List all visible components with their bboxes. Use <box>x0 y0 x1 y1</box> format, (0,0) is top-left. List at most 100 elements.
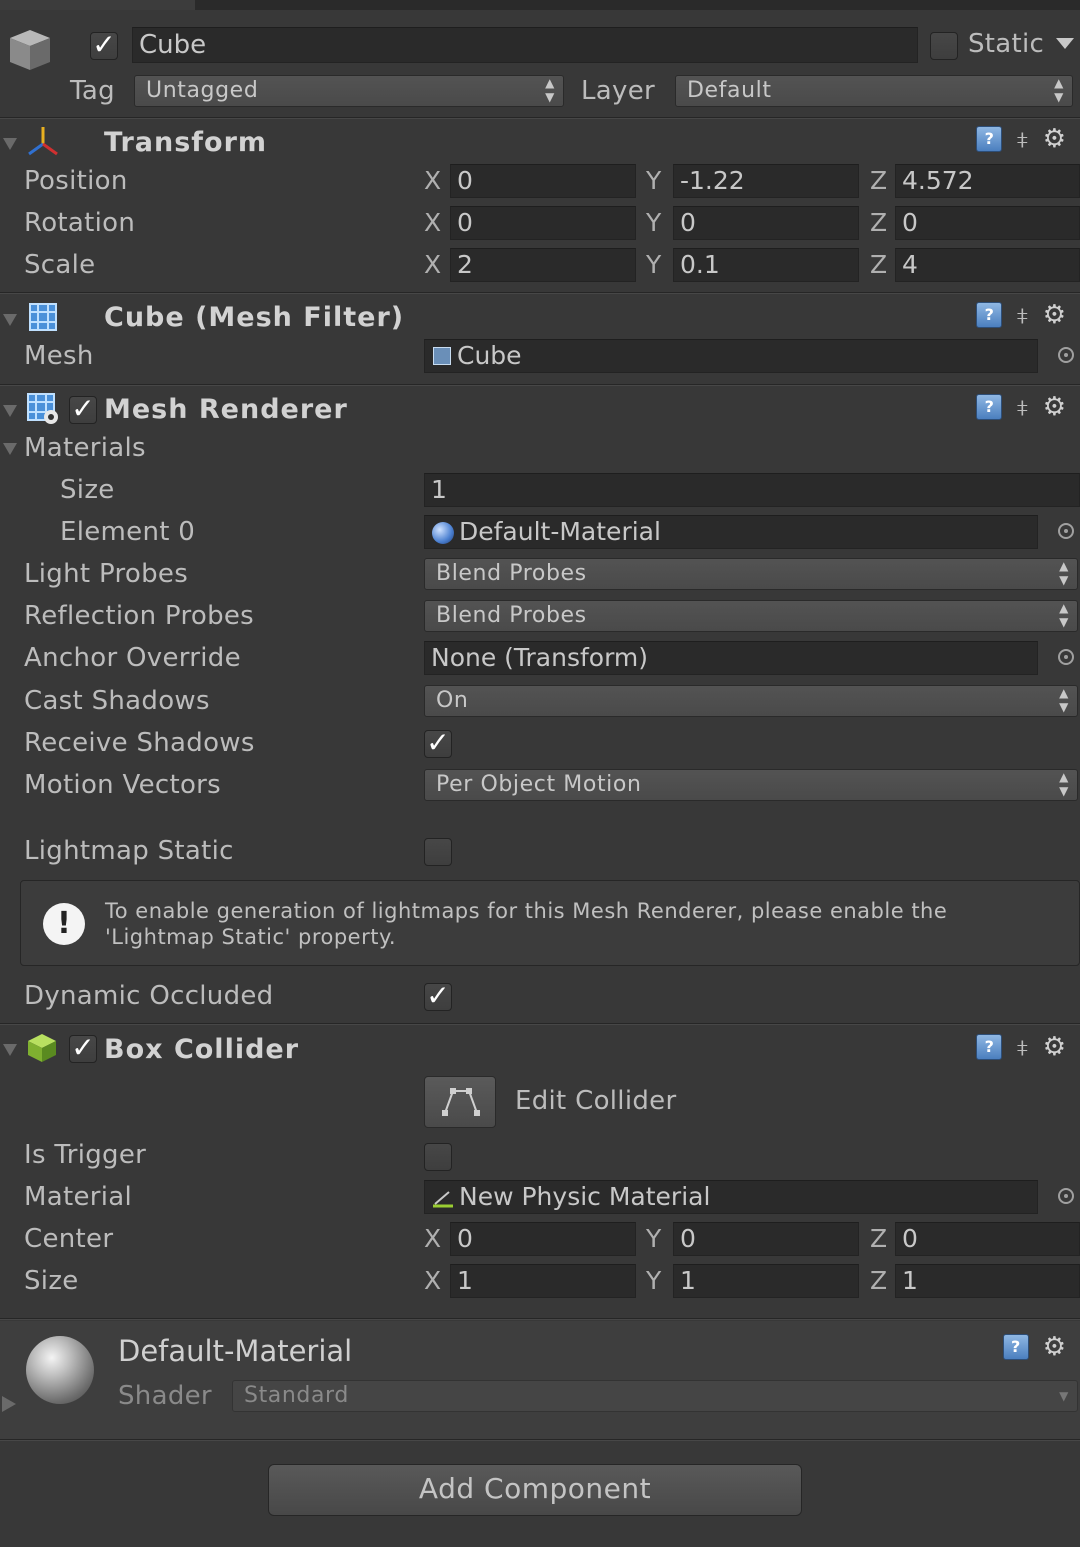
material-foldout-arrow-icon[interactable] <box>2 1396 16 1412</box>
collider-material-field[interactable]: New Physic Material <box>424 1180 1038 1214</box>
mesh-filter-header-icons: ? ⧧ ⚙ <box>976 302 1066 328</box>
lightmap-static-checkbox[interactable] <box>424 838 452 866</box>
size-z-field[interactable]: 1 <box>895 1264 1080 1298</box>
object-picker-icon[interactable] <box>1058 1188 1074 1204</box>
mesh-renderer-enabled-checkbox[interactable]: ✓ <box>69 395 97 424</box>
size-y-field[interactable]: 1 <box>673 1264 859 1298</box>
layer-dropdown[interactable]: Default ▲ ▼ <box>675 75 1073 107</box>
motion-vectors-label: Motion Vectors <box>24 770 222 800</box>
is-trigger-label: Is Trigger <box>24 1140 147 1170</box>
position-x-field[interactable]: 0 <box>450 164 636 198</box>
scale-z-field[interactable]: 4 <box>895 248 1080 282</box>
is-trigger-checkbox[interactable] <box>424 1143 452 1171</box>
foldout-arrow-icon[interactable] <box>3 138 17 150</box>
rotation-z-field[interactable]: 0 <box>895 206 1080 240</box>
scale-x-field[interactable]: 2 <box>450 248 636 282</box>
receive-shadows-label: Receive Shadows <box>24 728 255 758</box>
tag-dropdown[interactable]: Untagged ▲ ▼ <box>134 75 564 107</box>
help-icon[interactable]: ? <box>976 126 1003 152</box>
help-icon[interactable]: ? <box>976 394 1003 420</box>
light-probes-dropdown[interactable]: Blend Probes ▲ ▼ <box>424 558 1078 590</box>
top-tab-active <box>0 0 195 10</box>
object-name-field[interactable]: Cube <box>132 27 918 63</box>
rotation-x-field[interactable]: 0 <box>450 206 636 240</box>
center-z-field[interactable]: 0 <box>895 1222 1080 1256</box>
shader-label: Shader <box>118 1381 212 1411</box>
scale-y-field[interactable]: 0.1 <box>673 248 859 282</box>
gear-icon[interactable]: ⚙ <box>1043 126 1066 152</box>
info-warning-icon: ! <box>43 903 85 945</box>
element0-label: Element 0 <box>60 517 196 547</box>
box-collider-icon <box>26 1032 58 1064</box>
gear-icon[interactable]: ⚙ <box>1043 1034 1066 1060</box>
updown-arrows-icon: ▲ ▼ <box>1054 76 1064 104</box>
foldout-arrow-icon[interactable] <box>3 314 17 326</box>
center-y-field[interactable]: 0 <box>673 1222 859 1256</box>
tag-value: Untagged <box>146 78 259 103</box>
presets-icon[interactable]: ⧧ <box>1016 1035 1028 1059</box>
dynamic-occluded-checkbox[interactable]: ✓ <box>424 982 452 1011</box>
cube-object-icon <box>6 26 52 72</box>
axis-x-label: X <box>424 250 442 279</box>
materials-label: Materials <box>24 433 146 463</box>
mesh-value: Cube <box>457 341 522 370</box>
presets-icon[interactable]: ⧧ <box>1016 303 1028 327</box>
collider-material-value: New Physic Material <box>459 1182 711 1211</box>
object-picker-icon[interactable] <box>1058 523 1074 539</box>
mesh-object-field[interactable]: Cube <box>424 339 1038 373</box>
materials-size-field[interactable]: 1 <box>424 473 1080 507</box>
static-checkbox[interactable] <box>930 32 958 60</box>
reflection-probes-dropdown[interactable]: Blend Probes ▲ ▼ <box>424 600 1078 632</box>
separator <box>0 384 1080 386</box>
axis-x-label: X <box>424 1266 442 1295</box>
object-active-checkbox[interactable]: ✓ <box>90 31 118 60</box>
object-picker-icon[interactable] <box>1058 649 1074 665</box>
edit-collider-icon <box>442 1088 480 1116</box>
foldout-arrow-icon[interactable] <box>3 1044 17 1056</box>
presets-icon[interactable]: ⧧ <box>1016 127 1028 151</box>
axis-z-label: Z <box>870 166 888 195</box>
box-collider-enabled-checkbox[interactable]: ✓ <box>69 1034 97 1063</box>
reflection-probes-label: Reflection Probes <box>24 601 255 631</box>
center-x-field[interactable]: 0 <box>450 1222 636 1256</box>
lightmap-info-box: ! To enable generation of lightmaps for … <box>20 880 1080 966</box>
size-x-field[interactable]: 1 <box>450 1264 636 1298</box>
position-y-field[interactable]: -1.22 <box>673 164 859 198</box>
position-z-field[interactable]: 4.572 <box>895 164 1080 198</box>
size-label: Size <box>24 1266 79 1296</box>
transform-header-icons: ? ⧧ ⚙ <box>976 126 1066 152</box>
axis-y-label: Y <box>646 250 662 279</box>
mesh-filter-title: Cube (Mesh Filter) <box>104 302 405 333</box>
gear-icon[interactable]: ⚙ <box>1043 394 1066 420</box>
receive-shadows-checkbox[interactable]: ✓ <box>424 729 452 758</box>
updown-arrows-icon: ▲ ▼ <box>1059 601 1069 629</box>
object-picker-icon[interactable] <box>1058 347 1074 363</box>
static-dropdown-arrow-icon[interactable] <box>1056 38 1074 49</box>
edit-collider-label: Edit Collider <box>515 1086 677 1116</box>
help-icon[interactable]: ? <box>976 302 1003 328</box>
help-icon[interactable]: ? <box>1002 1334 1029 1360</box>
physic-material-icon <box>431 1186 455 1210</box>
cast-shadows-dropdown[interactable]: On ▲ ▼ <box>424 685 1078 717</box>
add-component-button[interactable]: Add Component <box>268 1464 802 1516</box>
separator <box>0 1023 1080 1025</box>
gear-icon[interactable]: ⚙ <box>1043 302 1066 328</box>
info-text-line2: 'Lightmap Static' property. <box>105 925 397 949</box>
materials-foldout-arrow-icon[interactable] <box>3 443 17 455</box>
foldout-arrow-icon[interactable] <box>3 405 17 417</box>
presets-icon[interactable]: ⧧ <box>1016 395 1028 419</box>
rotation-y-field[interactable]: 0 <box>673 206 859 240</box>
edit-collider-button[interactable] <box>424 1076 496 1128</box>
axis-y-label: Y <box>646 1266 662 1295</box>
anchor-override-field[interactable]: None (Transform) <box>424 641 1038 675</box>
shader-dropdown[interactable]: Standard ▼ <box>232 1380 1078 1412</box>
help-icon[interactable]: ? <box>976 1034 1003 1060</box>
updown-arrows-icon: ▲ ▼ <box>1059 770 1069 798</box>
updown-arrows-icon: ▲ ▼ <box>545 76 555 104</box>
gear-icon[interactable]: ⚙ <box>1043 1334 1066 1360</box>
motion-vectors-dropdown[interactable]: Per Object Motion ▲ ▼ <box>424 769 1078 801</box>
axis-z-label: Z <box>870 1224 888 1253</box>
element0-object-field[interactable]: Default-Material <box>424 515 1038 549</box>
axis-z-label: Z <box>870 208 888 237</box>
axis-x-label: X <box>424 208 442 237</box>
